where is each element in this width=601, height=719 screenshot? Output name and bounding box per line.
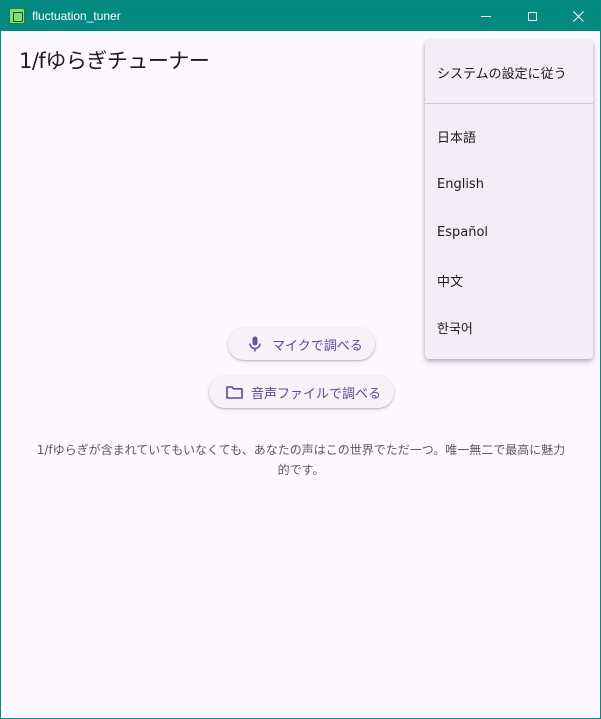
menu-item-label: 한국어 bbox=[437, 321, 473, 337]
app-icon bbox=[9, 8, 25, 24]
menu-divider bbox=[425, 103, 593, 104]
page-title: 1/fゆらぎチューナー bbox=[19, 49, 210, 73]
menu-item-label: 日本語 bbox=[437, 130, 477, 146]
microphone-icon bbox=[246, 335, 264, 353]
mic-button-label: マイクで調べる bbox=[272, 338, 363, 354]
title-bar[interactable]: fluctuation_tuner bbox=[1, 1, 600, 31]
menu-item-english[interactable]: English bbox=[425, 160, 593, 208]
folder-icon bbox=[225, 383, 243, 401]
close-button[interactable] bbox=[555, 1, 600, 31]
close-icon bbox=[572, 10, 584, 22]
app-window: fluctuation_tuner 1/fゆらぎチューナー マイクで調べる 音声… bbox=[0, 0, 601, 719]
menu-item-label: 中文 bbox=[437, 274, 464, 290]
maximize-button[interactable] bbox=[509, 1, 555, 31]
maximize-icon bbox=[527, 11, 537, 21]
menu-item-system-default[interactable]: システムの設定に従う bbox=[425, 49, 593, 95]
menu-item-label: English bbox=[437, 176, 484, 192]
window-title: fluctuation_tuner bbox=[32, 9, 121, 23]
language-dropdown-menu: システムの設定に従う 日本語 English Español 中文 한국어 bbox=[425, 40, 593, 359]
menu-item-spanish[interactable]: Español bbox=[425, 208, 593, 256]
menu-item-korean[interactable]: 한국어 bbox=[425, 303, 593, 351]
menu-item-label: システムの設定に従う bbox=[437, 66, 567, 82]
menu-item-label: Español bbox=[437, 224, 489, 240]
minimize-button[interactable] bbox=[463, 1, 509, 31]
file-button-label: 音声ファイルで調べる bbox=[251, 386, 382, 402]
main-content: 1/fゆらぎチューナー マイクで調べる 音声ファイルで調べる 1/fゆらぎが含ま… bbox=[1, 31, 600, 718]
analyze-with-mic-button[interactable]: マイクで調べる bbox=[228, 328, 375, 360]
menu-item-chinese[interactable]: 中文 bbox=[425, 256, 593, 304]
analyze-with-file-button[interactable]: 音声ファイルで調べる bbox=[209, 376, 394, 408]
encouragement-message: 1/fゆらぎが含まれていてもいなくても、あなたの声はこの世界でただ一つ。唯一無二… bbox=[36, 443, 566, 477]
menu-item-japanese[interactable]: 日本語 bbox=[425, 112, 593, 160]
minimize-icon bbox=[481, 15, 491, 17]
